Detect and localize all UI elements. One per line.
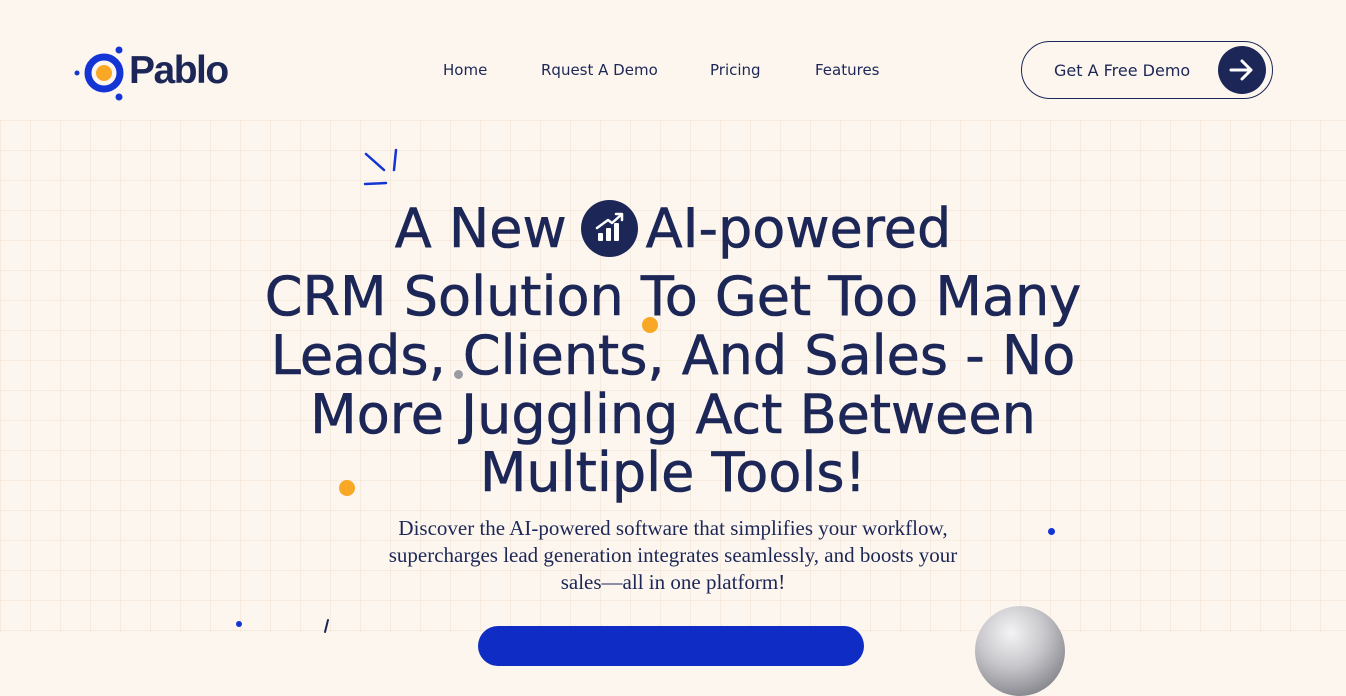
bar-chart-trending-up-icon — [580, 199, 638, 257]
nav-item-request-demo[interactable]: Rquest A Demo — [541, 61, 658, 79]
nav-item-features[interactable]: Features — [815, 61, 880, 79]
hero-title-line-5: Multiple Tools! — [479, 441, 867, 504]
blue-dot — [236, 621, 242, 627]
site-header: Pablo Home Rquest A Demo Pricing Feature… — [0, 0, 1346, 122]
logo-wordmark: Pablo — [129, 49, 229, 92]
hero-title-line-3: Leads, Clients, And Sales - No — [270, 324, 1076, 387]
hero-title-line-1: A New AI-powered — [0, 197, 1346, 261]
nav-item-home[interactable]: Home — [443, 61, 487, 79]
nav-item-pricing[interactable]: Pricing — [710, 61, 761, 79]
hero-subtitle-line-1: Discover the AI-powered software that si… — [398, 516, 948, 540]
hero-title-line-4: More Juggling Act Between — [310, 383, 1036, 446]
hero-title-prefix: A New — [394, 197, 567, 260]
hero-subtitle: Discover the AI-powered software that si… — [0, 515, 1346, 596]
hero-title-suffix: AI-powered — [645, 197, 952, 260]
hero-title-line-2: CRM Solution To Get Too Many — [264, 265, 1082, 328]
get-free-demo-label: Get A Free Demo — [1054, 60, 1191, 80]
hero-subtitle-line-2: supercharges lead generation integrates … — [388, 543, 958, 567]
hero-primary-button[interactable] — [478, 626, 864, 666]
spark-lines-icon — [363, 148, 398, 186]
get-free-demo-button[interactable]: Get A Free Demo — [1021, 41, 1273, 99]
logo-icon — [73, 42, 133, 102]
logo-link[interactable]: Pablo — [73, 40, 229, 104]
arrow-right-icon — [1218, 46, 1266, 94]
hero-subtitle-line-3: sales—all in one platform! — [560, 570, 786, 594]
chrome-sphere-decoration — [975, 606, 1065, 696]
